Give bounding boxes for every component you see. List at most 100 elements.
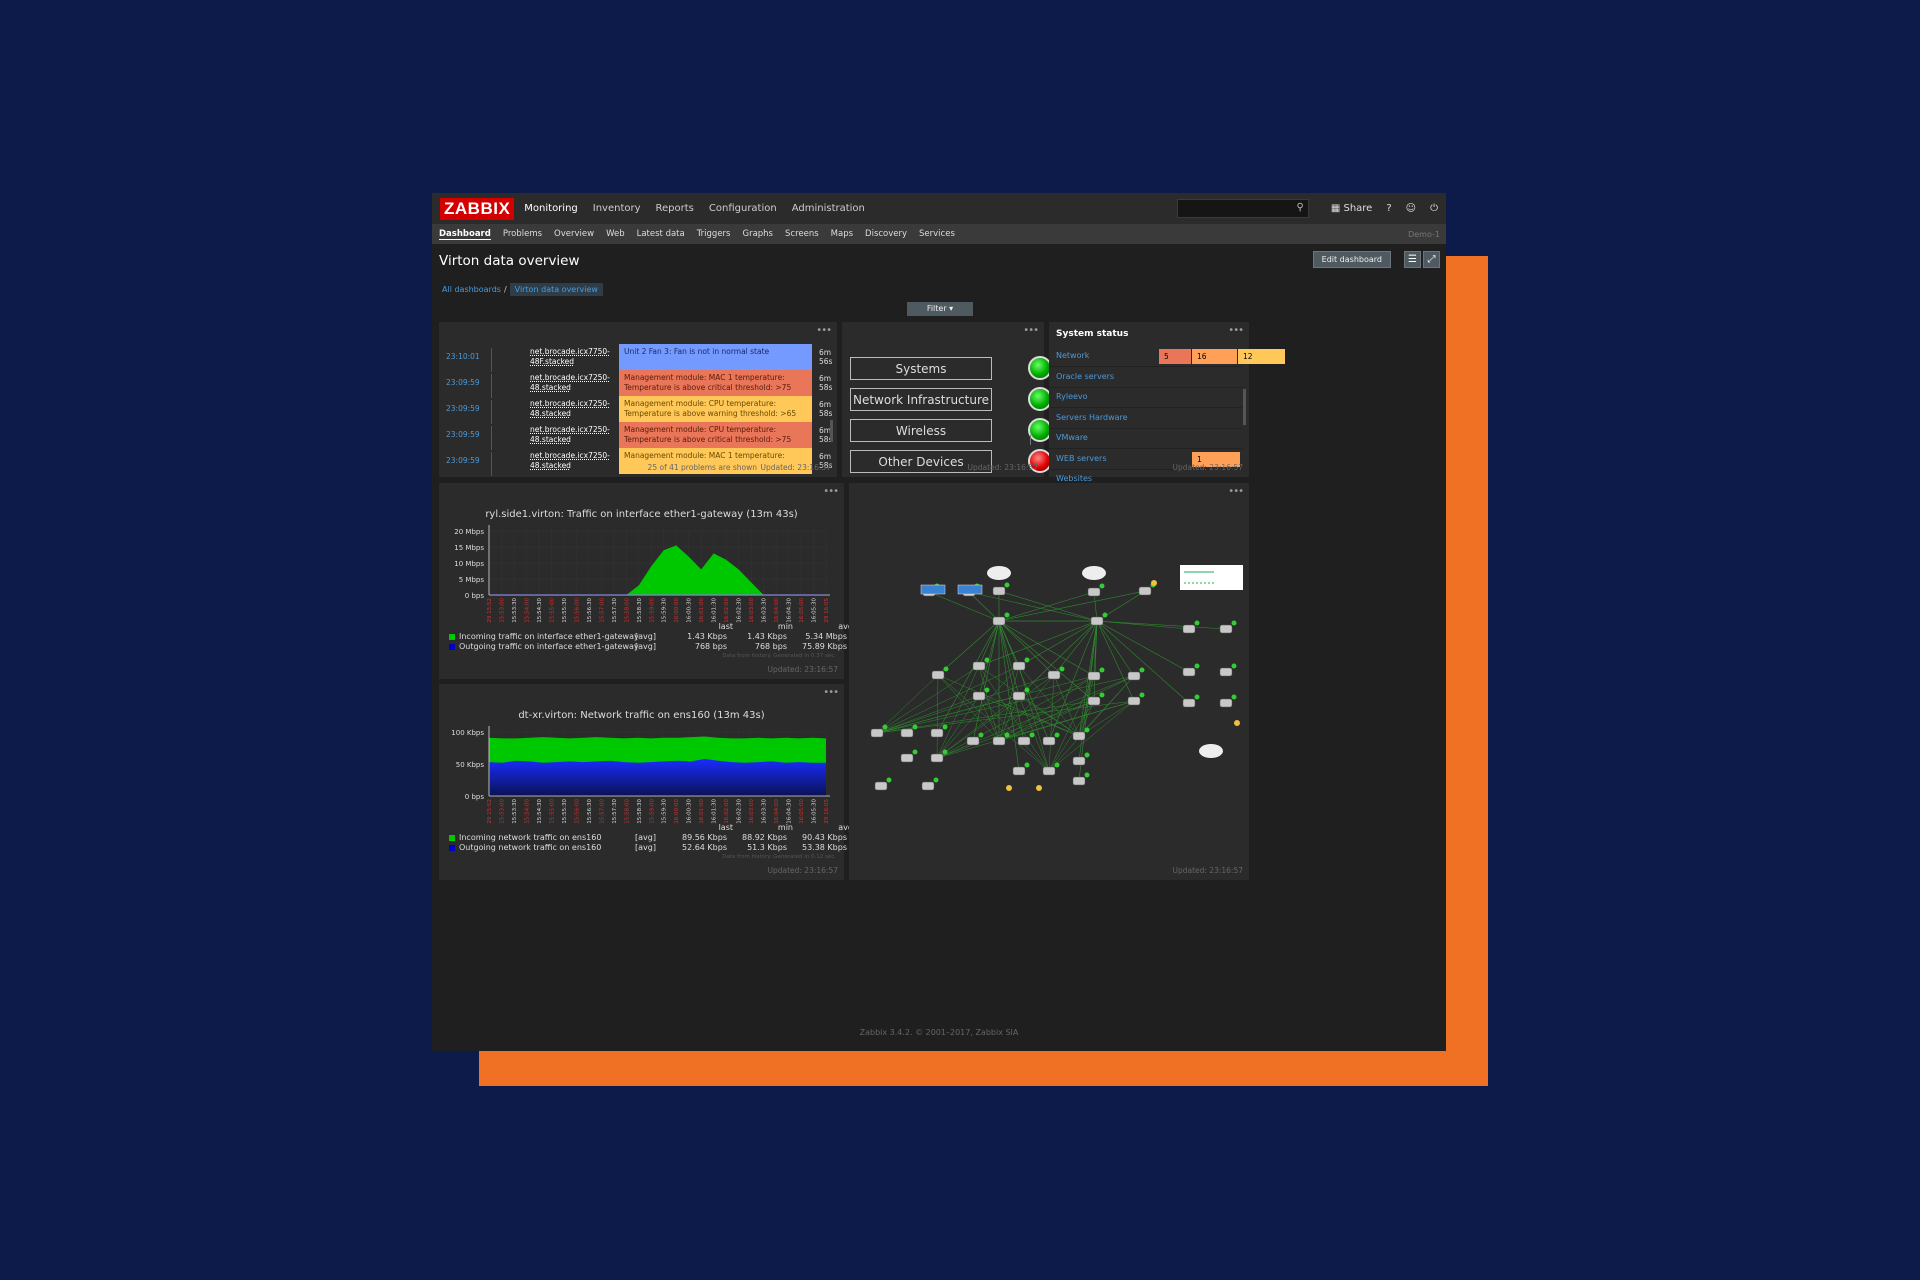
network-device-icon[interactable]: [992, 736, 1006, 746]
breadcrumb-current[interactable]: Virton data overview: [509, 283, 603, 296]
subnav-overview[interactable]: Overview: [554, 229, 594, 239]
actions-menu-button[interactable]: ☰: [1404, 251, 1421, 268]
traffic-chart-1[interactable]: 20 Mbps 15 Mbps 10 Mbps 5 Mbps 0 bps12-29 15…: [439, 519, 844, 623]
problems-scrollbar[interactable]: [830, 420, 833, 442]
network-device-icon[interactable]: [972, 661, 986, 671]
zabbix-logo[interactable]: ZABBIX: [440, 197, 515, 220]
fullscreen-button[interactable]: ⤢: [1423, 251, 1440, 268]
search-icon[interactable]: ⚲: [1297, 202, 1304, 213]
subnav-latest-data[interactable]: Latest data: [637, 229, 685, 239]
problem-host[interactable]: net.brocade.icx7250-48.stacked: [530, 373, 612, 393]
cloud-icon[interactable]: [987, 566, 1011, 580]
subnav-graphs[interactable]: Graphs: [742, 229, 773, 239]
network-device-icon[interactable]: [931, 670, 945, 680]
traffic-chart-2[interactable]: 100 Kbps 50 Kbps 0 bps12-29 15:52 15:53:00 1…: [439, 720, 844, 824]
nav-configuration[interactable]: Configuration: [709, 203, 777, 214]
host-group-name[interactable]: Servers Hardware: [1056, 413, 1128, 422]
network-device-icon[interactable]: [1072, 776, 1086, 786]
network-device-icon[interactable]: [1012, 661, 1026, 671]
host-group-name[interactable]: Oracle servers: [1056, 372, 1114, 381]
user-profile-icon[interactable]: ☺: [1406, 203, 1416, 214]
network-device-icon[interactable]: [930, 753, 944, 763]
nav-administration[interactable]: Administration: [792, 203, 865, 214]
problem-time[interactable]: 23:10:01: [446, 352, 480, 361]
network-device-icon[interactable]: [1127, 671, 1141, 681]
subnav-services[interactable]: Services: [919, 229, 955, 239]
network-device-icon[interactable]: [874, 781, 888, 791]
network-device-icon[interactable]: [1127, 696, 1141, 706]
share-button[interactable]: ▦ Share: [1331, 203, 1373, 214]
network-device-icon[interactable]: [1012, 766, 1026, 776]
host-group-name[interactable]: Websites: [1056, 474, 1092, 483]
problem-host[interactable]: net.brocade.icx7250-48.stacked: [530, 425, 612, 445]
subnav-dashboard[interactable]: Dashboard: [439, 229, 491, 240]
problem-time[interactable]: 23:09:59: [446, 430, 480, 439]
subnav-discovery[interactable]: Discovery: [865, 229, 907, 239]
subnav-maps[interactable]: Maps: [831, 229, 853, 239]
breadcrumb-all-dashboards[interactable]: All dashboards: [442, 285, 501, 294]
edit-dashboard-button[interactable]: Edit dashboard: [1312, 251, 1391, 268]
network-device-icon[interactable]: [966, 736, 980, 746]
switch-device-icon[interactable]: [957, 584, 983, 595]
network-device-icon[interactable]: [1090, 616, 1104, 626]
network-device-icon[interactable]: [1012, 691, 1026, 701]
network-device-icon[interactable]: [930, 728, 944, 738]
nav-monitoring[interactable]: Monitoring: [524, 203, 577, 214]
widget-menu-icon[interactable]: •••: [1228, 325, 1244, 336]
subnav-problems[interactable]: Problems: [503, 229, 542, 239]
widget-menu-icon[interactable]: •••: [1023, 325, 1039, 336]
host-group-name[interactable]: WEB servers: [1056, 454, 1107, 463]
severity-count-cell[interactable]: 5: [1159, 349, 1191, 364]
search-input[interactable]: ⚲: [1176, 199, 1309, 218]
problem-description[interactable]: Management module: MAC 1 temperature: Te…: [619, 370, 812, 396]
widget-menu-icon[interactable]: •••: [816, 325, 832, 336]
switch-device-icon[interactable]: [920, 584, 946, 595]
map-group-box[interactable]: Network Infrastructure: [850, 388, 992, 411]
network-device-icon[interactable]: [1182, 624, 1196, 634]
subnav-screens[interactable]: Screens: [785, 229, 819, 239]
network-device-icon[interactable]: [1138, 586, 1152, 596]
network-device-icon[interactable]: [1219, 624, 1233, 634]
cloud-icon[interactable]: [1082, 566, 1106, 580]
subnav-triggers[interactable]: Triggers: [697, 229, 731, 239]
power-icon[interactable]: ⏻: [1430, 203, 1438, 214]
network-device-icon[interactable]: [900, 728, 914, 738]
host-group-name[interactable]: Network: [1056, 351, 1089, 360]
network-device-icon[interactable]: [900, 753, 914, 763]
network-device-icon[interactable]: [870, 728, 884, 738]
system-status-scrollbar[interactable]: [1243, 389, 1246, 425]
problem-host[interactable]: net.brocade.icx7250-48.stacked: [530, 451, 612, 471]
network-device-icon[interactable]: [1017, 736, 1031, 746]
problem-time[interactable]: 23:09:59: [446, 378, 480, 387]
problem-description[interactable]: Unit 2 Fan 3: Fan is not in normal state: [619, 344, 812, 370]
network-device-icon[interactable]: [1087, 587, 1101, 597]
problem-time[interactable]: 23:09:59: [446, 456, 480, 465]
subnav-web[interactable]: Web: [606, 229, 625, 239]
problem-host[interactable]: net.brocade.icx7250-48.stacked: [530, 399, 612, 419]
network-device-icon[interactable]: [992, 586, 1006, 596]
severity-count-cell[interactable]: 16: [1192, 349, 1237, 364]
host-group-name[interactable]: VMware: [1056, 433, 1088, 442]
help-icon[interactable]: ?: [1386, 203, 1391, 214]
host-group-name[interactable]: Ryleevo: [1056, 392, 1088, 401]
widget-menu-icon[interactable]: •••: [823, 486, 839, 497]
network-device-icon[interactable]: [1219, 698, 1233, 708]
network-device-icon[interactable]: [1072, 756, 1086, 766]
problem-description[interactable]: Management module: CPU temperature: Temp…: [619, 422, 812, 448]
network-device-icon[interactable]: [992, 616, 1006, 626]
network-device-icon[interactable]: [1072, 731, 1086, 741]
network-device-icon[interactable]: [1042, 766, 1056, 776]
network-device-icon[interactable]: [1042, 736, 1056, 746]
network-topology-map[interactable]: [849, 483, 1249, 880]
filter-toggle-button[interactable]: Filter ▾: [907, 302, 973, 316]
network-device-icon[interactable]: [1087, 696, 1101, 706]
network-device-icon[interactable]: [972, 691, 986, 701]
network-device-icon[interactable]: [1047, 670, 1061, 680]
severity-count-cell[interactable]: 12: [1238, 349, 1285, 364]
network-device-icon[interactable]: [1087, 671, 1101, 681]
problem-description[interactable]: Management module: CPU temperature: Temp…: [619, 396, 812, 422]
network-device-icon[interactable]: [921, 781, 935, 791]
network-device-icon[interactable]: [1219, 667, 1233, 677]
map-group-box[interactable]: Systems: [850, 357, 992, 380]
network-device-icon[interactable]: [1182, 667, 1196, 677]
